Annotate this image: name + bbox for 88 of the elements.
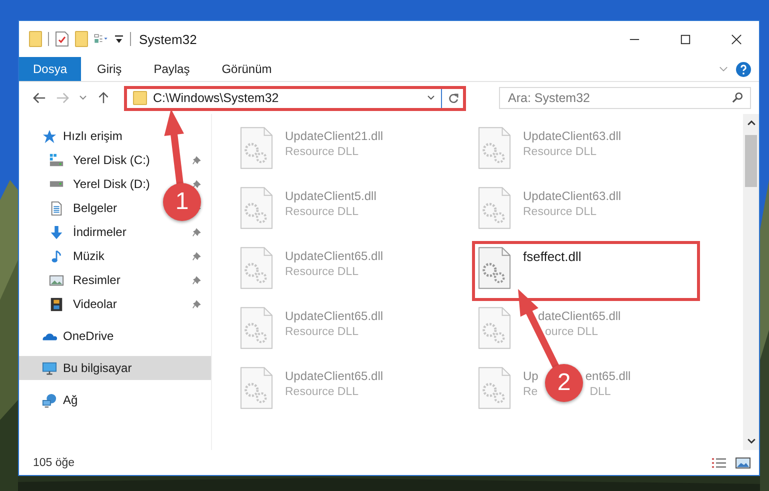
- sidebar-item[interactable]: Resimler: [49, 268, 120, 292]
- gear-file-icon[interactable]: [240, 366, 273, 410]
- recent-locations-icon[interactable]: [79, 95, 87, 101]
- sidebar-item[interactable]: Müzik: [49, 244, 104, 268]
- sidebar-item[interactable]: Belgeler: [49, 196, 118, 220]
- gear-file-icon[interactable]: [240, 246, 273, 290]
- scroll-thumb[interactable]: [745, 135, 757, 187]
- refresh-icon[interactable]: [448, 92, 459, 104]
- document-icon: [49, 200, 64, 216]
- file-name: dateClient65.dll: [538, 309, 621, 323]
- sidebar-item[interactable]: Videolar: [49, 292, 117, 316]
- search-field[interactable]: Ara: System32: [499, 87, 751, 109]
- maximize-icon: [680, 34, 691, 44]
- file-name: UpdateClient63.dll: [523, 129, 622, 143]
- sidebar-item[interactable]: OneDrive: [42, 324, 114, 348]
- file-type: Resource DLL: [285, 266, 360, 278]
- pin-icon[interactable]: [192, 180, 201, 188]
- gear-file-icon[interactable]: [478, 306, 511, 350]
- details-view-icon[interactable]: [711, 456, 727, 468]
- network-icon: [42, 392, 57, 408]
- large-icons-view-icon[interactable]: [735, 456, 751, 468]
- window-title: System32: [139, 32, 197, 46]
- scroll-up-icon[interactable]: [746, 119, 756, 126]
- file-type: Re: [523, 386, 538, 398]
- pin-icon[interactable]: [192, 228, 201, 236]
- step-number: 1: [163, 183, 201, 221]
- gear-file-icon[interactable]: [240, 306, 273, 350]
- film-icon: [49, 296, 64, 312]
- file-name: fseffect.dll: [523, 249, 582, 264]
- file-type: Resource DLL: [285, 326, 360, 338]
- pin-icon[interactable]: [192, 156, 201, 164]
- dropdown-icon[interactable]: [427, 95, 435, 101]
- close-icon: [731, 34, 742, 44]
- file-type: Resource DLL: [285, 206, 360, 218]
- scroll-down-icon[interactable]: [746, 438, 756, 445]
- address-path: C:\Windows\System32: [153, 91, 279, 105]
- ribbon-tab[interactable]: Paylaş: [138, 57, 206, 81]
- gear-file-icon[interactable]: [478, 246, 511, 290]
- monitor-icon: [42, 360, 57, 376]
- system-drive-icon: [49, 152, 64, 168]
- expand-ribbon-icon[interactable]: [719, 66, 728, 72]
- gear-file-icon[interactable]: [240, 186, 273, 230]
- gear-file-icon[interactable]: [478, 186, 511, 230]
- file-name: UpdateClient63.dll: [523, 189, 622, 203]
- drive-icon: [49, 181, 64, 187]
- search-icon[interactable]: [732, 92, 743, 103]
- gear-file-icon[interactable]: [478, 366, 511, 410]
- gear-file-icon[interactable]: [478, 126, 511, 170]
- file-name: Up: [523, 369, 538, 383]
- music-note-icon: [49, 248, 64, 264]
- help-icon[interactable]: [736, 62, 751, 76]
- star-icon: [42, 128, 57, 144]
- file-type: Resource DLL: [523, 146, 598, 158]
- sidebar-item[interactable]: Hızlı erişim: [42, 124, 122, 148]
- file-name: UpdateClient65.dll: [285, 309, 384, 323]
- dropdown-icon[interactable]: [114, 34, 124, 44]
- picture-icon: [49, 272, 64, 288]
- file-type: DLL: [590, 386, 611, 398]
- pin-icon[interactable]: [192, 276, 201, 284]
- ribbon-tab[interactable]: Görünüm: [206, 57, 288, 81]
- file-name: UpdateClient65.dll: [285, 249, 384, 263]
- ribbon-tab[interactable]: Dosya: [19, 57, 82, 81]
- gear-file-icon[interactable]: [240, 126, 273, 170]
- sidebar-item[interactable]: İndirmeler: [49, 220, 126, 244]
- scrollbar[interactable]: [743, 114, 759, 450]
- sidebar-item[interactable]: Yerel Disk (C:): [49, 148, 150, 172]
- file-name: UpdateClient65.dll: [285, 369, 384, 383]
- sidebar-item[interactable]: Yerel Disk (D:): [49, 172, 150, 196]
- download-arrow-icon: [49, 224, 64, 240]
- file-type: Resource DLL: [285, 146, 360, 158]
- file-type: Resource DLL: [523, 206, 598, 218]
- sidebar-item[interactable]: Ağ: [42, 388, 78, 412]
- file-name: UpdateClient5.dll: [285, 189, 376, 203]
- pin-icon[interactable]: [192, 300, 201, 308]
- back-arrow-icon[interactable]: [33, 92, 46, 104]
- file-name: ent65.dll: [585, 369, 631, 383]
- file-type: ource DLL: [545, 326, 600, 338]
- forward-arrow-icon[interactable]: [56, 92, 69, 104]
- address-bar[interactable]: C:\Windows\System32: [124, 86, 466, 110]
- properties-icon[interactable]: [55, 31, 69, 47]
- file-name: UpdateClient21.dll: [285, 129, 384, 143]
- folder-icon: [133, 91, 147, 105]
- step-number: 2: [545, 364, 583, 402]
- ribbon-tab[interactable]: Giriş: [81, 57, 138, 81]
- up-arrow-icon[interactable]: [97, 92, 110, 104]
- pin-icon[interactable]: [192, 252, 201, 260]
- file-type: Resource DLL: [285, 386, 360, 398]
- item-count: 105 öğe: [33, 456, 75, 468]
